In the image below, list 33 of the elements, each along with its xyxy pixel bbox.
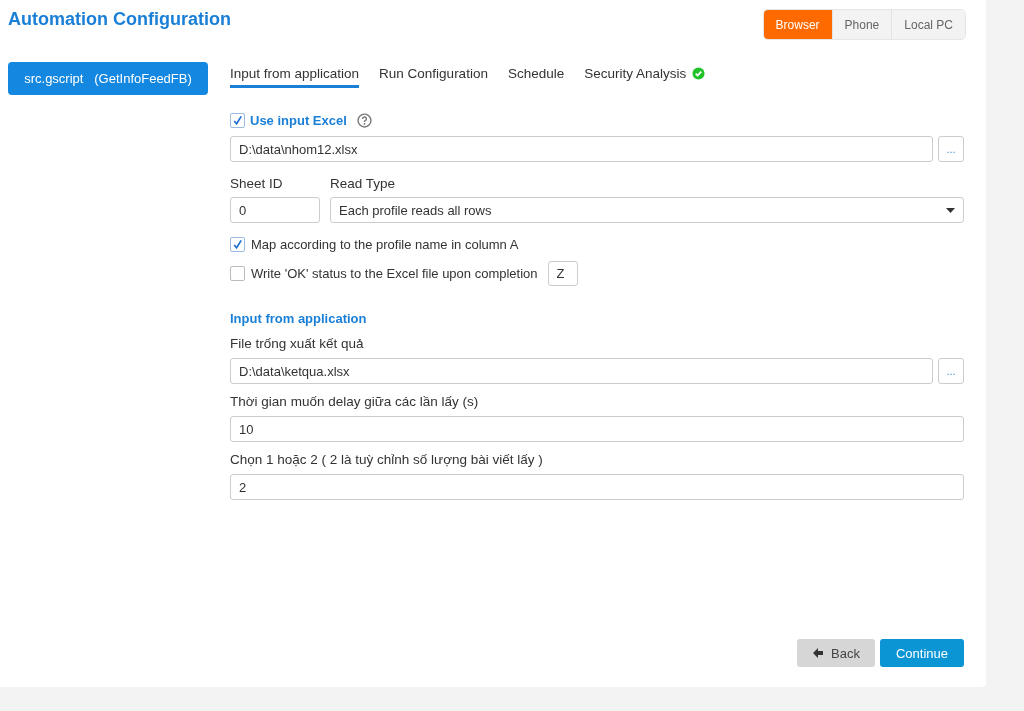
platform-tab[interactable]: Local PC <box>891 10 965 39</box>
help-icon <box>356 112 372 128</box>
tab[interactable]: Schedule <box>507 66 565 88</box>
arrow-left-icon <box>812 647 825 659</box>
script-button[interactable]: src.gscript (GetInfoFeedFB) <box>8 62 208 95</box>
caret-icon <box>946 207 955 213</box>
checkbox[interactable] <box>230 112 245 128</box>
section-title: Input from application <box>230 311 368 326</box>
input-field[interactable]: 0 <box>230 197 320 223</box>
browse-button[interactable]: ... <box>938 136 964 162</box>
checkbox[interactable] <box>230 237 245 252</box>
field-label: Chọn 1 hoặc 2 ( 2 là tuỳ chỉnh số lượng bài viết lấy ) <box>230 452 544 467</box>
tab[interactable]: Security Analysis <box>584 66 706 88</box>
input-field[interactable]: Z <box>547 261 578 286</box>
dropdown[interactable]: Each profile reads all rows <box>330 197 964 223</box>
tab[interactable]: Run Configuration <box>379 66 488 88</box>
check-circle-icon <box>692 67 706 80</box>
checkbox-label: Write 'OK' status to the Excel file upon completion <box>251 266 538 281</box>
field-label: Thời gian muốn delay giữa các lần lấy (s) <box>230 394 480 409</box>
page-title: Automation Configuration <box>8 9 231 31</box>
checkbox-label: Use input Excel <box>250 112 347 128</box>
input-field[interactable]: 2 <box>230 474 964 500</box>
input-field[interactable]: 10 <box>230 416 964 442</box>
field-label: Read Type <box>330 176 397 191</box>
input-field[interactable]: D:\data\nhom12.xlsx <box>230 136 933 162</box>
input-field[interactable]: D:\data\ketqua.xlsx <box>230 358 933 384</box>
field-label: Sheet ID <box>230 176 284 191</box>
checkbox-label: Map according to the profile name in column A <box>251 237 519 252</box>
tab[interactable]: Input from application <box>230 66 360 88</box>
browse-button[interactable]: ... <box>938 358 964 384</box>
checkbox[interactable] <box>230 266 245 281</box>
back-button[interactable]: Back <box>797 639 875 667</box>
field-label: File trống xuất kết quả <box>230 336 365 351</box>
